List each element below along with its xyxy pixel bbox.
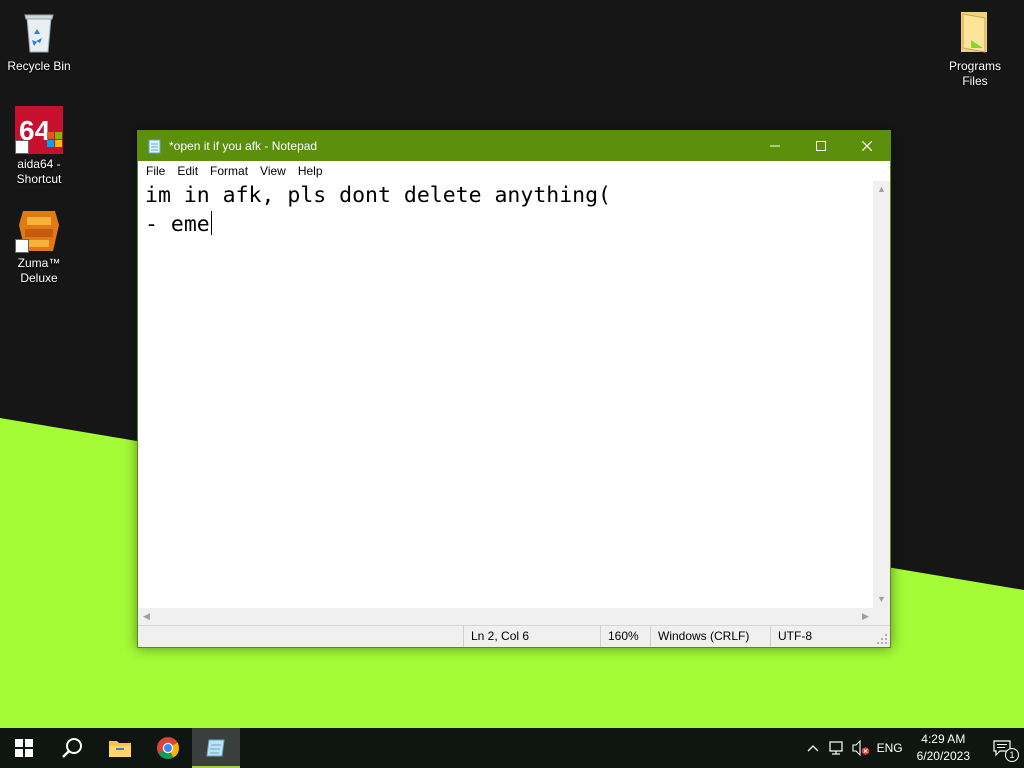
desktop-icon-aida64[interactable]: 64 aida64 - Shortcut bbox=[0, 106, 78, 187]
scrollbar-corner bbox=[873, 608, 890, 625]
start-button[interactable] bbox=[0, 728, 48, 768]
network-icon bbox=[829, 741, 843, 755]
minimize-button[interactable] bbox=[752, 131, 798, 161]
start-icon bbox=[15, 739, 33, 757]
maximize-icon bbox=[816, 141, 826, 151]
show-hidden-icons-button[interactable] bbox=[801, 728, 825, 768]
close-button[interactable] bbox=[844, 131, 890, 161]
notepad-icon bbox=[147, 138, 163, 154]
volume-muted-icon bbox=[852, 740, 869, 756]
chevron-up-icon bbox=[807, 745, 819, 752]
horizontal-scrollbar[interactable]: ◀ ▶ bbox=[138, 608, 874, 625]
status-line-ending: Windows (CRLF) bbox=[650, 626, 770, 647]
taskbar: ENG 4:29 AM 6/20/2023 1 bbox=[0, 728, 1024, 768]
network-button[interactable] bbox=[825, 728, 849, 768]
shortcut-arrow-icon bbox=[15, 140, 29, 154]
desktop: Recycle Bin 64 aida64 - Shortcut Zuma™ D… bbox=[0, 0, 1024, 728]
editor-line: - eme bbox=[145, 212, 210, 237]
editor-line: im in afk, pls dont delete anything( bbox=[145, 183, 611, 208]
search-icon bbox=[62, 738, 82, 758]
resize-grip-icon[interactable] bbox=[876, 633, 888, 645]
scroll-left-icon[interactable]: ◀ bbox=[138, 608, 155, 625]
volume-button[interactable] bbox=[849, 728, 873, 768]
menu-bar: File Edit Format View Help bbox=[138, 161, 890, 181]
scroll-down-icon[interactable]: ▼ bbox=[873, 591, 890, 608]
clock-time: 4:29 AM bbox=[921, 732, 966, 746]
menu-file[interactable]: File bbox=[140, 164, 171, 178]
menu-edit[interactable]: Edit bbox=[171, 164, 204, 178]
clock[interactable]: 4:29 AM 6/20/2023 bbox=[907, 731, 980, 765]
desktop-icon-label: aida64 - Shortcut bbox=[16, 157, 62, 186]
scroll-right-icon[interactable]: ▶ bbox=[857, 608, 874, 625]
desktop-icon-zuma[interactable]: Zuma™ Deluxe bbox=[0, 205, 78, 286]
notepad-taskbar-button[interactable] bbox=[192, 728, 240, 768]
desktop-icon-programs-files[interactable]: Programs Files bbox=[936, 8, 1014, 89]
file-explorer-button[interactable] bbox=[96, 728, 144, 768]
desktop-icon-label: Programs Files bbox=[948, 59, 1001, 88]
notepad-window[interactable]: *open it if you afk - Notepad File Edit … bbox=[137, 130, 891, 648]
desktop-icon-recycle-bin[interactable]: Recycle Bin bbox=[0, 8, 78, 74]
notepad-icon bbox=[206, 739, 225, 757]
close-icon bbox=[862, 141, 872, 151]
shortcut-arrow-icon bbox=[15, 239, 29, 253]
maximize-button[interactable] bbox=[798, 131, 844, 161]
action-center-button[interactable]: 1 bbox=[980, 728, 1024, 768]
status-position: Ln 2, Col 6 bbox=[463, 626, 599, 647]
zuma-icon bbox=[15, 205, 63, 253]
language-indicator[interactable]: ENG bbox=[873, 728, 907, 768]
aida64-icon: 64 bbox=[15, 106, 63, 154]
title-bar[interactable]: *open it if you afk - Notepad bbox=[138, 131, 890, 161]
window-title: *open it if you afk - Notepad bbox=[169, 139, 318, 153]
recycle-bin-icon bbox=[15, 8, 63, 56]
chrome-button[interactable] bbox=[144, 728, 192, 768]
desktop-icon-label: Recycle Bin bbox=[7, 59, 71, 73]
status-bar: Ln 2, Col 6 160% Windows (CRLF) UTF-8 bbox=[138, 625, 890, 647]
text-caret bbox=[210, 211, 212, 235]
clock-date: 6/20/2023 bbox=[916, 749, 970, 763]
folder-icon bbox=[951, 8, 999, 56]
menu-help[interactable]: Help bbox=[292, 164, 329, 178]
menu-format[interactable]: Format bbox=[204, 164, 254, 178]
scroll-up-icon[interactable]: ▲ bbox=[873, 181, 890, 198]
chrome-icon bbox=[157, 737, 179, 759]
status-encoding: UTF-8 bbox=[770, 626, 888, 647]
file-explorer-icon bbox=[109, 741, 131, 757]
vertical-scrollbar[interactable]: ▲ ▼ bbox=[873, 181, 890, 608]
editor-content: im in afk, pls dont delete anything( - e… bbox=[145, 181, 611, 239]
search-button[interactable] bbox=[48, 728, 96, 768]
desktop-icon-label: Zuma™ Deluxe bbox=[17, 256, 61, 285]
minimize-icon bbox=[770, 145, 780, 147]
notification-count-badge: 1 bbox=[1005, 748, 1019, 762]
status-zoom: 160% bbox=[600, 626, 650, 647]
system-tray: ENG 4:29 AM 6/20/2023 1 bbox=[801, 728, 1024, 768]
menu-view[interactable]: View bbox=[254, 164, 292, 178]
